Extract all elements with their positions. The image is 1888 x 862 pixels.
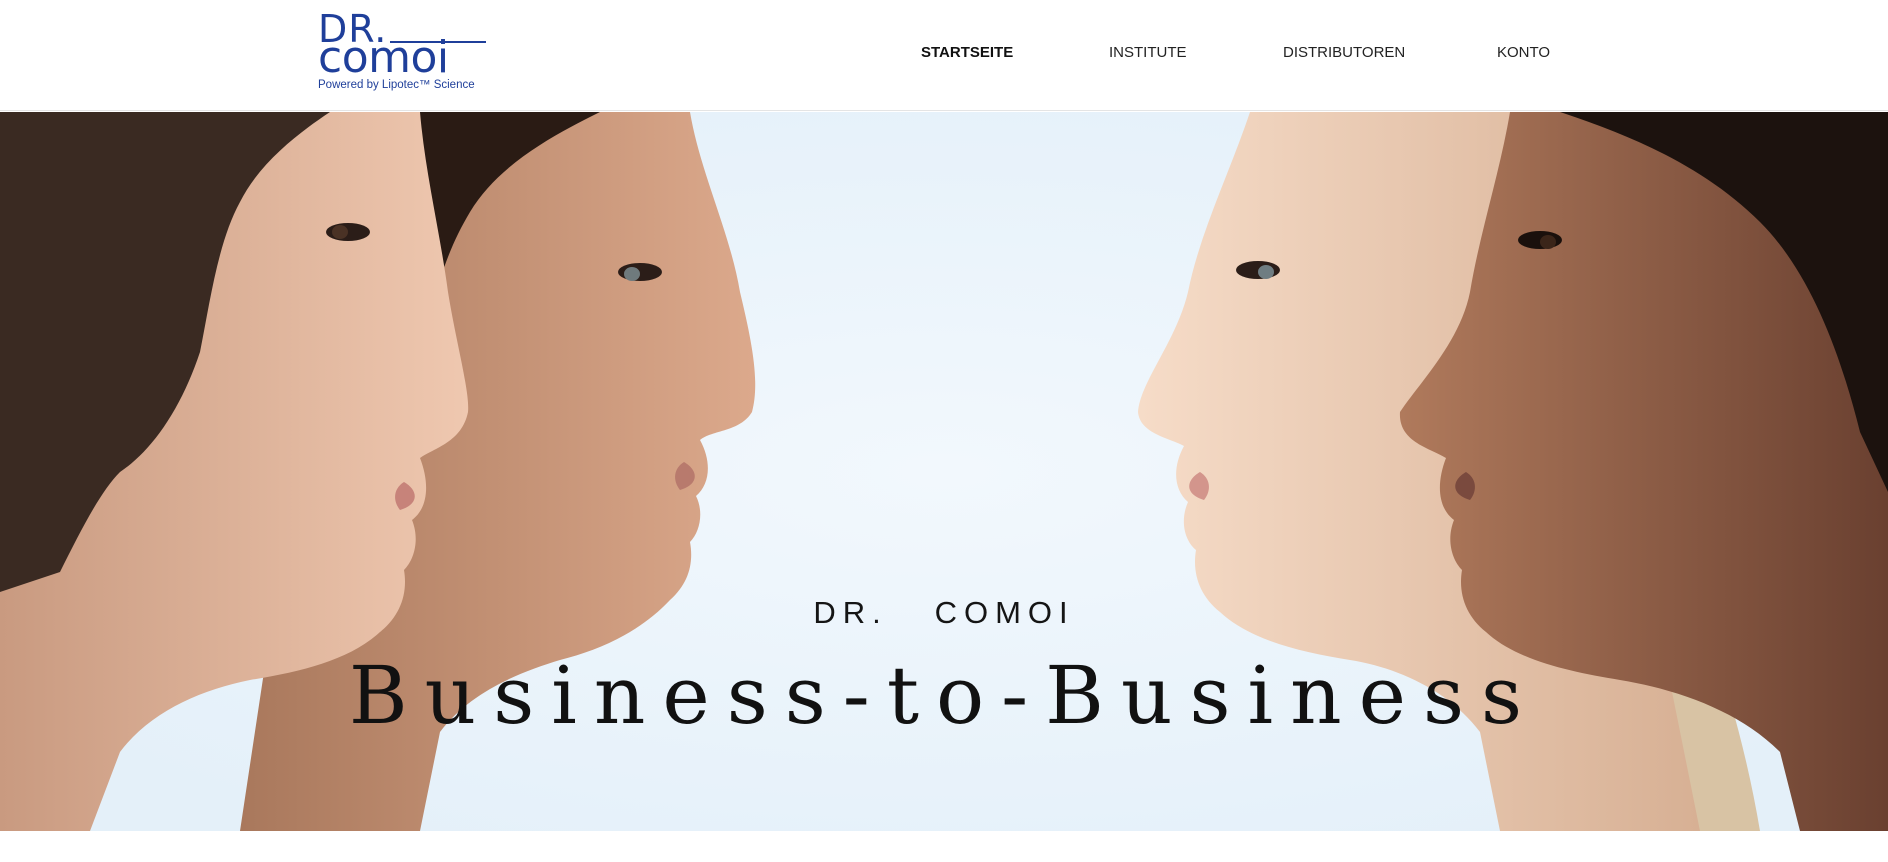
nav-item-distributoren[interactable]: DISTRIBUTOREN <box>1283 44 1405 62</box>
logo-tagline: Powered by Lipotec™ Science <box>318 79 475 91</box>
logo[interactable]: DR. comoi Powered by Lipotec™ Science <box>318 10 488 94</box>
hero-kicker: DR. COMOI <box>813 595 1075 630</box>
nav-item-institute[interactable]: INSTITUTE <box>1109 44 1187 62</box>
logo-wordmark-bottom: comoi <box>318 32 449 83</box>
hero-banner: DR. COMOI Business-to-Business <box>0 112 1888 831</box>
nav-item-startseite[interactable]: STARTSEITE <box>921 44 1013 62</box>
hero-title: Business-to-Business <box>348 649 1540 742</box>
page-body-start <box>0 831 1888 862</box>
site-header: DR. comoi Powered by Lipotec™ Science ST… <box>0 0 1888 111</box>
nav-item-konto[interactable]: KONTO <box>1497 44 1550 62</box>
